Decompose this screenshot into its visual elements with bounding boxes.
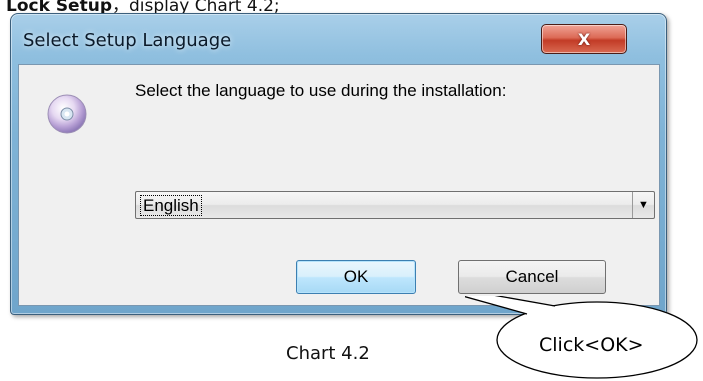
close-button[interactable]: X bbox=[541, 24, 627, 54]
cd-disc-icon bbox=[47, 94, 87, 134]
cancel-button[interactable]: Cancel bbox=[458, 260, 606, 294]
chart-caption: Chart 4.2 bbox=[286, 343, 370, 364]
setup-language-window: Select Setup Language X Select the langu… bbox=[10, 13, 667, 315]
dropdown-button[interactable]: ▼ bbox=[632, 192, 654, 218]
language-prompt: Select the language to use during the in… bbox=[135, 81, 507, 100]
language-select-value: English bbox=[140, 195, 202, 216]
close-icon: X bbox=[577, 29, 591, 49]
dialog-body: Select the language to use during the in… bbox=[18, 64, 660, 306]
callout-text: Click<OK> bbox=[539, 334, 644, 356]
chevron-down-icon: ▼ bbox=[638, 199, 649, 211]
ok-button[interactable]: OK bbox=[296, 260, 416, 294]
language-select[interactable]: English ▼ bbox=[135, 191, 655, 219]
window-title: Select Setup Language bbox=[23, 30, 232, 51]
